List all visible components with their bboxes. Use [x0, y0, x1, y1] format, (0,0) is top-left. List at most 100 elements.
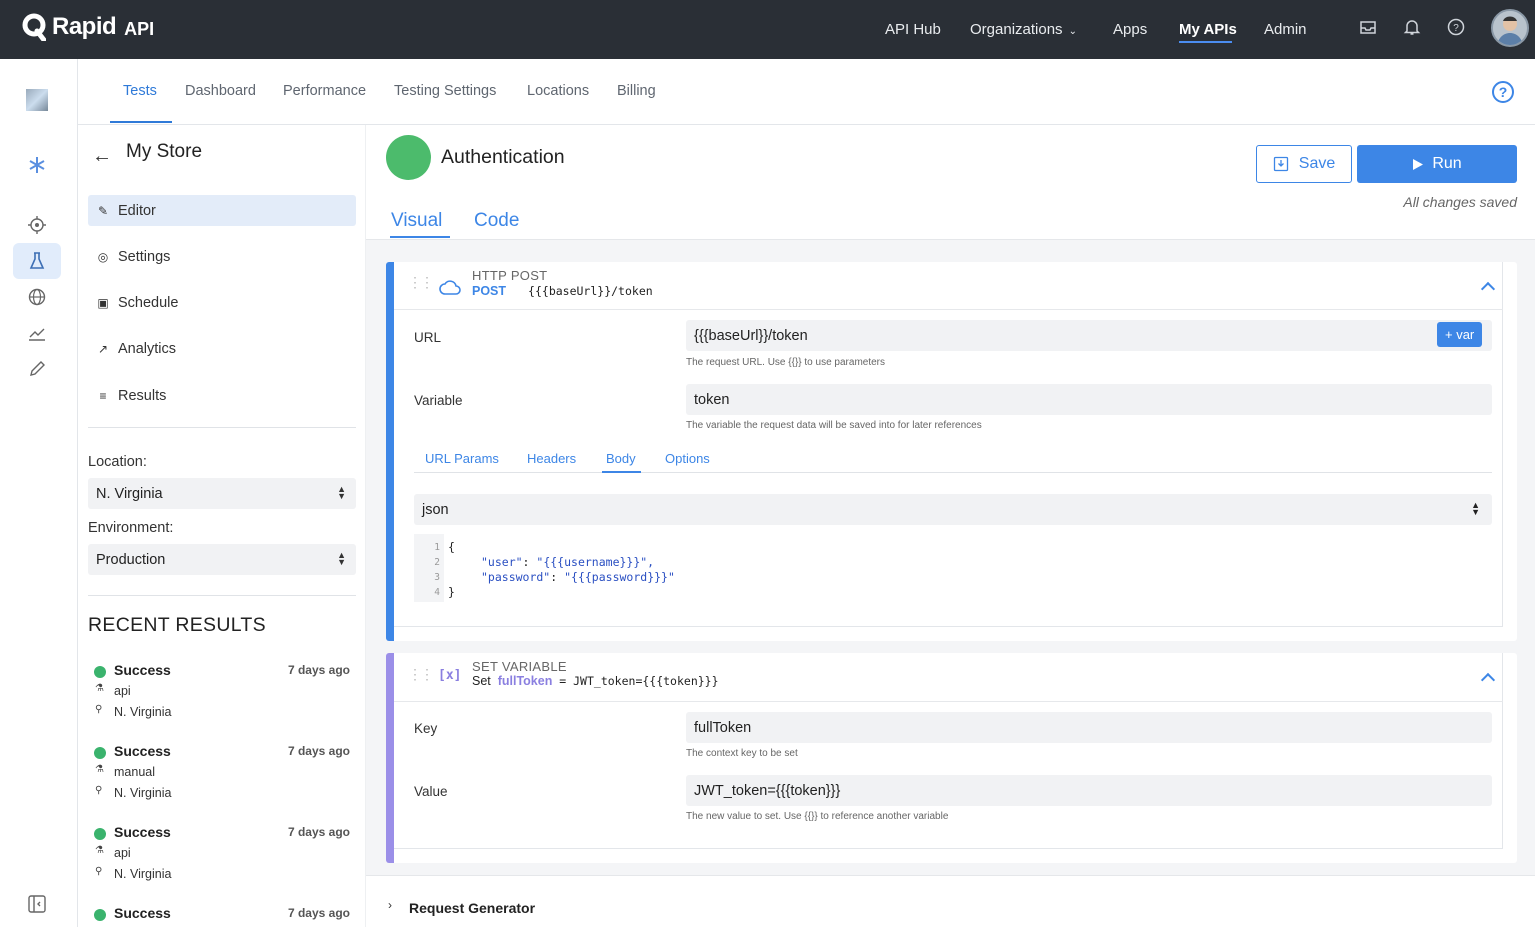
nav-api-hub[interactable]: API Hub: [885, 21, 941, 38]
location-pin-icon: ⚲: [95, 785, 103, 796]
url-input[interactable]: {{{baseUrl}}/token: [686, 320, 1492, 351]
nav-organizations[interactable]: Organizations ⌄: [970, 21, 1077, 38]
save-button[interactable]: Save: [1256, 145, 1352, 183]
set-variable-step-card: ⋮⋮ [x] SET VARIABLE Set fullToken = JWT_…: [386, 653, 1517, 863]
tab-testing-settings[interactable]: Testing Settings: [394, 83, 496, 99]
variable-hint: The variable the request data will be sa…: [686, 420, 982, 431]
card-divider: [394, 309, 1503, 310]
result-trigger: manual: [114, 765, 155, 779]
save-icon: [1273, 156, 1288, 172]
target-icon[interactable]: [26, 214, 48, 236]
card-divider: [394, 701, 1503, 702]
body-format-value: json: [422, 502, 449, 518]
location-select[interactable]: N. Virginia ▲ ▼: [88, 478, 356, 509]
pencil-icon[interactable]: [26, 358, 48, 380]
flask-icon[interactable]: [26, 250, 48, 272]
rapidapi-logo[interactable]: Rapid API: [22, 13, 154, 41]
value-input[interactable]: JWT_token={{{token}}}: [686, 775, 1492, 806]
tab-tests[interactable]: Tests: [123, 83, 157, 99]
tab-performance[interactable]: Performance: [283, 83, 366, 99]
result-status: Success: [114, 824, 171, 840]
key-label: Key: [414, 721, 438, 736]
recent-results-title: RECENT RESULTS: [88, 614, 266, 636]
result-item[interactable]: Success 7 days ago ⚗ api ⚲ N. Virginia: [88, 659, 356, 737]
subtab-url-params[interactable]: URL Params: [425, 451, 499, 466]
tab-billing[interactable]: Billing: [617, 83, 656, 99]
result-time: 7 days ago: [287, 663, 350, 677]
menu-schedule[interactable]: ▣ Schedule: [88, 287, 356, 318]
help-icon[interactable]: ?: [1446, 17, 1466, 37]
bell-icon[interactable]: [1402, 17, 1422, 37]
top-bar: Rapid API API Hub Organizations ⌄ Apps My…: [0, 0, 1535, 59]
menu-editor-label: Editor: [118, 202, 156, 219]
settings-icon: ◎: [97, 249, 109, 264]
tab-visual[interactable]: Visual: [391, 210, 442, 232]
play-icon: [1413, 158, 1424, 170]
result-location: N. Virginia: [114, 705, 172, 719]
left-rail: [0, 59, 78, 927]
code-line: }: [448, 585, 455, 599]
run-button[interactable]: Run: [1357, 145, 1517, 183]
body-code-editor[interactable]: { "user": "{{{username}}}", "password": …: [448, 540, 675, 600]
analytics-icon[interactable]: [26, 322, 48, 344]
nav-apps[interactable]: Apps: [1113, 21, 1147, 38]
tab-code[interactable]: Code: [474, 210, 519, 232]
menu-analytics[interactable]: ↗ Analytics: [88, 333, 356, 364]
set-expression: = JWT_token={{{token}}}: [559, 674, 719, 688]
tab-dashboard[interactable]: Dashboard: [185, 83, 256, 99]
menu-results[interactable]: ≡ Results: [88, 380, 356, 411]
environment-value: Production: [96, 552, 166, 568]
menu-editor[interactable]: ✎ Editor: [88, 195, 356, 226]
inbox-icon[interactable]: [1358, 17, 1378, 37]
nav-admin[interactable]: Admin: [1264, 21, 1307, 38]
back-arrow-icon[interactable]: ←: [92, 145, 112, 168]
menu-settings-label: Settings: [118, 248, 171, 265]
body-format-select[interactable]: json ▲ ▼: [414, 494, 1492, 525]
environment-select[interactable]: Production ▲ ▼: [88, 544, 356, 575]
brand-name: Rapid: [52, 13, 117, 40]
result-item[interactable]: Success 7 days ago: [88, 902, 356, 927]
snowflake-icon[interactable]: [26, 154, 48, 176]
select-caret-icon: ▲ ▼: [337, 550, 346, 567]
request-generator-panel[interactable]: › Request Generator: [366, 875, 1535, 927]
globe-icon[interactable]: [26, 286, 48, 308]
user-avatar[interactable]: [1491, 9, 1529, 47]
code-key: "user": [481, 555, 523, 569]
key-input[interactable]: fullToken: [686, 712, 1492, 743]
subtab-options[interactable]: Options: [665, 451, 710, 466]
result-item[interactable]: Success 7 days ago ⚗ manual ⚲ N. Virgini…: [88, 740, 356, 818]
variable-input[interactable]: token: [686, 384, 1492, 415]
view-tab-underline: [390, 236, 450, 238]
api-thumbnail-icon[interactable]: [26, 89, 48, 111]
nav-my-apis[interactable]: My APIs: [1179, 21, 1237, 38]
line-number: 4: [434, 587, 440, 598]
drag-handle-icon[interactable]: ⋮⋮: [408, 667, 434, 681]
step-path: {{{baseUrl}}/token: [528, 284, 653, 298]
analytics-icon: ↗: [97, 341, 109, 356]
trigger-icon: ⚗: [95, 845, 104, 856]
success-dot: [94, 666, 106, 678]
help-circle-icon[interactable]: ?: [1492, 81, 1514, 103]
drag-handle-icon[interactable]: ⋮⋮: [408, 275, 434, 289]
subtab-body[interactable]: Body: [606, 451, 636, 466]
tab-locations[interactable]: Locations: [527, 83, 589, 99]
menu-settings[interactable]: ◎ Settings: [88, 241, 356, 272]
result-time: 7 days ago: [287, 906, 350, 920]
add-var-button[interactable]: + var: [1437, 322, 1483, 347]
result-item[interactable]: Success 7 days ago ⚗ api ⚲ N. Virginia: [88, 821, 356, 899]
step-type: SET VARIABLE: [472, 659, 567, 674]
rapid-logo-icon: [22, 13, 46, 41]
url-hint: The request URL. Use {{}} to use paramet…: [686, 357, 885, 368]
code-key: "password": [481, 570, 551, 584]
collapse-sidebar-icon[interactable]: [26, 893, 48, 915]
url-value: {{{baseUrl}}/token: [694, 328, 808, 344]
key-hint: The context key to be set: [686, 748, 798, 759]
avatar-image: [1493, 11, 1527, 45]
variable-label: Variable: [414, 393, 463, 408]
request-generator-title: Request Generator: [409, 900, 536, 916]
line-number: 1: [434, 542, 440, 553]
menu-schedule-label: Schedule: [118, 294, 179, 311]
code-line: "user": "{{{username}}}",: [481, 555, 655, 569]
code-value: "{{{username}}}",: [536, 555, 655, 569]
subtab-headers[interactable]: Headers: [527, 451, 576, 466]
